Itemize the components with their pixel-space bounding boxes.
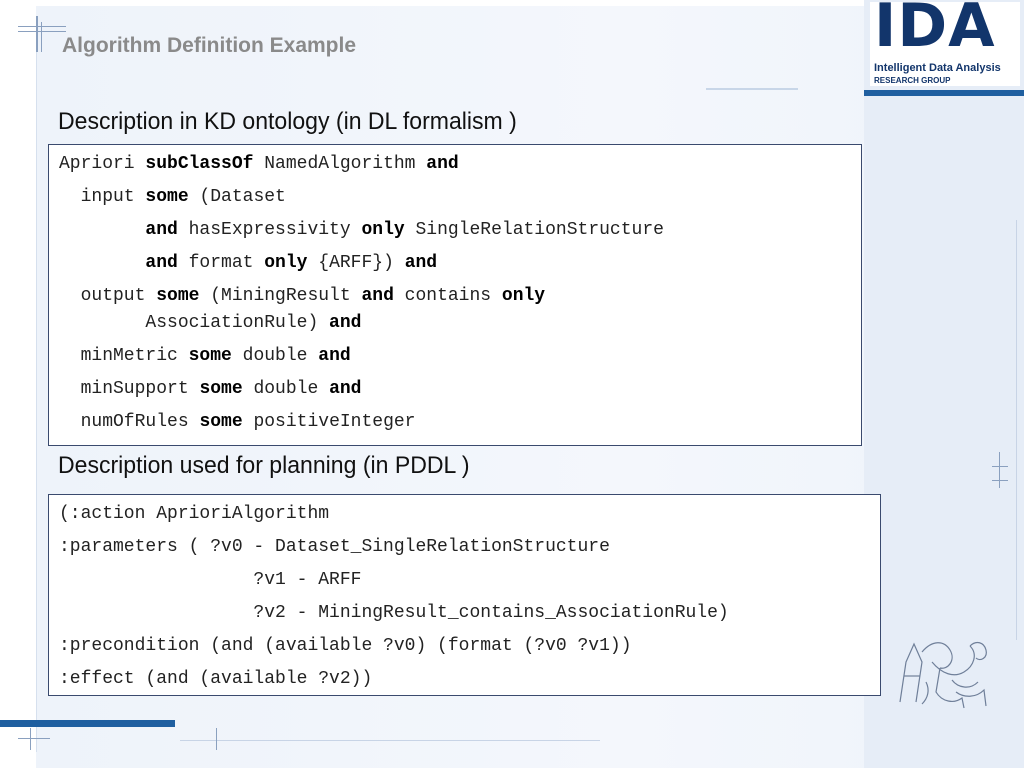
header-divider	[864, 90, 1024, 96]
ida-logo: IDA Intelligent Data Analysis RESEARCH G…	[870, 0, 1020, 86]
code-text: input	[59, 187, 146, 207]
section-heading-pddl: Description used for planning (in PDDL )	[58, 452, 470, 479]
corner-cross-v2	[41, 22, 42, 52]
code-text: {ARFF})	[307, 253, 405, 273]
code-text: ?v1 - ARFF	[59, 570, 362, 590]
keyword: some	[199, 379, 243, 399]
code-text: minMetric	[59, 346, 189, 366]
keyword: and	[404, 253, 438, 273]
section-heading-dl: Description in KD ontology (in DL formal…	[58, 108, 517, 135]
right-cross-h2	[992, 480, 1008, 481]
keyword: some	[199, 412, 243, 432]
corner-cross-h2	[18, 31, 66, 32]
right-guide-line	[1016, 220, 1017, 640]
code-text: (MiningResult	[199, 286, 362, 306]
keyword: some	[188, 346, 232, 366]
code-text: contains	[393, 286, 502, 306]
code-text: (:action AprioriAlgorithm	[59, 504, 330, 524]
dl-code-line: numOfRules some positiveInteger	[59, 411, 416, 433]
code-text: :effect (and (available ?v2))	[59, 669, 373, 689]
code-text: :precondition (and (available ?v0) (form…	[59, 636, 632, 656]
dl-code-line: output some (MiningResult and contains o…	[59, 285, 546, 307]
code-text: output	[59, 286, 157, 306]
corner-cross-h	[18, 26, 66, 27]
university-crest-icon	[899, 641, 987, 709]
pddl-code-line: :effect (and (available ?v2))	[59, 668, 372, 690]
code-text: :parameters ( ?v0 - Dataset_SingleRelati…	[59, 537, 610, 557]
dl-code-line: input some (Dataset	[59, 186, 286, 208]
dl-code-line: and format only {ARFF}) and	[59, 252, 437, 274]
code-text: hasExpressivity	[177, 220, 362, 240]
keyword: and	[329, 379, 362, 399]
dl-code-line: minSupport some double and	[59, 378, 362, 400]
keyword: only	[501, 286, 546, 306]
keyword: and	[329, 313, 362, 333]
dl-code-line: Apriori subClassOf NamedAlgorithm and	[59, 153, 459, 175]
keyword: and	[145, 253, 178, 273]
dl-code-line: AssociationRule) and	[59, 312, 361, 334]
keyword: subClassOf	[145, 154, 254, 174]
keyword: some	[145, 187, 189, 207]
slide-title: Algorithm Definition Example	[62, 34, 357, 57]
keyword: and	[318, 346, 351, 366]
header-divider-thin	[706, 88, 798, 90]
code-text: format	[177, 253, 265, 273]
code-text: numOfRules	[59, 412, 200, 432]
keyword: only	[361, 220, 405, 240]
code-text: NamedAlgorithm	[253, 154, 427, 174]
pddl-code-line: :precondition (and (available ?v0) (form…	[59, 635, 632, 657]
logo-subtitle: Intelligent Data Analysis	[874, 62, 1001, 74]
pddl-code-line: ?v1 - ARFF	[59, 569, 361, 591]
corner-cross-v	[36, 16, 38, 52]
keyword: only	[264, 253, 308, 273]
bottom-cross-v	[30, 728, 31, 750]
bottom-guide-line	[180, 740, 600, 741]
pddl-code-line: (:action AprioriAlgorithm	[59, 503, 329, 525]
code-text: Apriori	[59, 154, 146, 174]
keyword: and	[426, 154, 459, 174]
pddl-code-box: (:action AprioriAlgorithm :parameters ( ?…	[48, 494, 881, 696]
right-cross-h1	[992, 466, 1008, 467]
dl-code-line: and hasExpressivity only SingleRelationS…	[59, 219, 664, 241]
logo-wordmark: IDA	[874, 0, 996, 61]
pddl-code-line: :parameters ( ?v0 - Dataset_SingleRelati…	[59, 536, 610, 558]
code-text: double	[242, 379, 330, 399]
keyword: some	[156, 286, 200, 306]
code-text: AssociationRule)	[59, 313, 330, 333]
left-guide-line	[36, 52, 37, 752]
code-text: SingleRelationStructure	[404, 220, 664, 240]
bottom-cross-v2	[216, 728, 217, 750]
bottom-cross-h	[18, 738, 50, 739]
logo-research-group: RESEARCH GROUP	[874, 76, 951, 85]
footer-accent-bar	[0, 720, 175, 727]
dl-code-line: minMetric some double and	[59, 345, 351, 367]
code-text: positiveInteger	[242, 412, 416, 432]
code-text: minSupport	[59, 379, 200, 399]
pddl-code-line: ?v2 - MiningResult_contains_AssociationR…	[59, 602, 729, 624]
code-text: double	[231, 346, 319, 366]
right-cross-v	[999, 452, 1000, 488]
code-text: (Dataset	[188, 187, 286, 207]
keyword: and	[361, 286, 394, 306]
keyword: and	[145, 220, 178, 240]
dl-ontology-code-box: Apriori subClassOf NamedAlgorithm and in…	[48, 144, 862, 446]
code-text: ?v2 - MiningResult_contains_AssociationR…	[59, 603, 729, 623]
